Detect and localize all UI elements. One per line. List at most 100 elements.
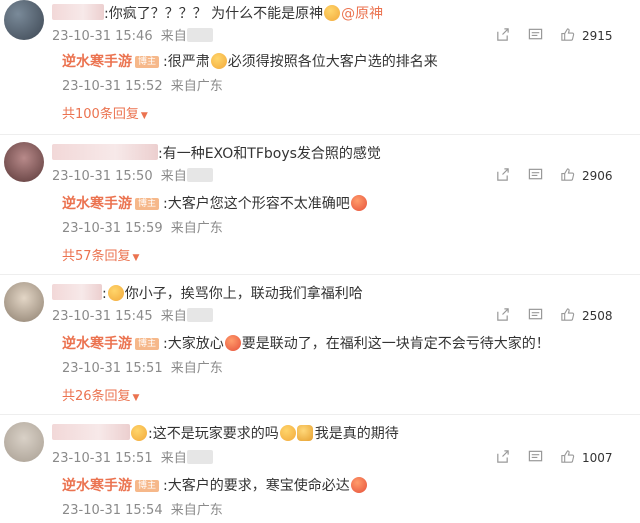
share-icon[interactable] xyxy=(495,27,510,47)
chevron-down-icon: ▼ xyxy=(132,253,140,263)
reply-author[interactable]: 逆水寒手游 xyxy=(62,336,132,352)
more-replies-link[interactable]: 共100条回复 ▼ xyxy=(62,106,148,125)
emoji-icon xyxy=(279,425,296,441)
more-replies-link[interactable]: 共57条回复 ▼ xyxy=(62,248,139,267)
reply-text: :大客户的要求，寒宝使命必达 xyxy=(163,478,350,494)
like-icon[interactable] xyxy=(560,449,575,469)
reply-text-cont: 必须得按照各位大客户选的排名来 xyxy=(227,54,438,70)
comment-text: : xyxy=(102,286,107,302)
reply-text: :大客户您这个形容不太准确吧 xyxy=(163,196,350,212)
location: 来自广东 xyxy=(170,79,223,94)
reply-body: 逆水寒手游 博主:很严肃 必须得按照各位大客户选的排名来 xyxy=(62,52,438,72)
timestamp: 23-10-31 15:52 xyxy=(62,79,163,94)
comment-icon[interactable] xyxy=(528,449,543,469)
location: 来自 xyxy=(160,451,187,466)
comment-body: :你疯了？？？？ 为什么不能是原神 @原神 xyxy=(52,4,383,24)
avatar[interactable] xyxy=(4,422,44,462)
like-count: 1007 xyxy=(582,451,613,465)
author-badge: 博主 xyxy=(135,56,160,68)
divider xyxy=(0,134,640,135)
more-replies-label: 共26条回复 xyxy=(62,389,131,404)
reply-text: :很严肃 xyxy=(163,54,210,70)
location: 来自广东 xyxy=(170,503,223,518)
comment-meta: 23-10-31 15:50 来自 xyxy=(52,168,213,186)
timestamp: 23-10-31 15:51 xyxy=(52,451,153,466)
emoji-icon xyxy=(324,5,341,21)
comment-icon[interactable] xyxy=(528,27,543,47)
comment-text-cont: 我是真的期待 xyxy=(314,426,399,442)
comment-icon[interactable] xyxy=(528,307,543,327)
reply-meta: 23-10-31 15:51 来自广东 xyxy=(62,360,223,378)
comment-actions: 2915 xyxy=(490,27,640,49)
comment-meta: 23-10-31 15:45 来自 xyxy=(52,308,213,326)
timestamp: 23-10-31 15:51 xyxy=(62,361,163,376)
comment-text-cont: 你小子，挨骂你上，联动我们拿福利哈 xyxy=(124,286,363,302)
emoji-icon xyxy=(350,477,367,493)
like-count: 2508 xyxy=(582,309,613,323)
timestamp: 23-10-31 15:50 xyxy=(52,169,153,184)
like-icon[interactable] xyxy=(560,167,575,187)
share-icon[interactable] xyxy=(495,307,510,327)
reply-body: 逆水寒手游 博主:大客户的要求，寒宝使命必达 xyxy=(62,476,367,496)
emoji-icon xyxy=(224,335,241,351)
reply-body: 逆水寒手游 博主:大家放心 要是联动了，在福利这一块肯定不会亏待大家的！ xyxy=(62,334,550,354)
comment-item: :你疯了？？？？ 为什么不能是原神 @原神 23-10-31 15:46 来自 2… xyxy=(0,0,640,130)
more-replies-label: 共100条回复 xyxy=(62,107,139,122)
location-blurred xyxy=(186,308,213,322)
comment-item: :有一种EXO和TFboys发合照的感觉 23-10-31 15:50 来自 2… xyxy=(0,140,640,270)
author-badge: 博主 xyxy=(135,198,160,210)
author-badge: 博主 xyxy=(135,480,160,492)
reply-text-cont: 要是联动了，在福利这一块肯定不会亏待大家的！ xyxy=(241,336,550,352)
reply-author[interactable]: 逆水寒手游 xyxy=(62,478,132,494)
reply-author[interactable]: 逆水寒手游 xyxy=(62,196,132,212)
comment-meta: 23-10-31 15:46 来自 xyxy=(52,28,213,46)
location: 来自 xyxy=(160,169,187,184)
author-badge: 博主 xyxy=(135,338,160,350)
more-replies-label: 共57条回复 xyxy=(62,249,131,264)
thumbs-up-icon xyxy=(296,425,313,441)
comment-icon[interactable] xyxy=(528,167,543,187)
emoji-icon xyxy=(107,285,124,301)
comment-text: :你疯了？？？？ 为什么不能是原神 xyxy=(104,6,324,22)
comment-actions: 2906 xyxy=(490,167,640,189)
emoji-icon xyxy=(210,53,227,69)
comment-actions: 1007 xyxy=(490,449,640,471)
username-blurred[interactable] xyxy=(52,144,158,160)
divider xyxy=(0,414,640,415)
comment-item: :这不是玩家要求的吗 我是真的期待 23-10-31 15:51 来自 1007 … xyxy=(0,420,640,523)
comment-item: : 你小子，挨骂你上，联动我们拿福利哈 23-10-31 15:45 来自 250… xyxy=(0,280,640,410)
timestamp: 23-10-31 15:46 xyxy=(52,29,153,44)
emoji-icon xyxy=(350,195,367,211)
share-icon[interactable] xyxy=(495,449,510,469)
like-icon[interactable] xyxy=(560,307,575,327)
location: 来自广东 xyxy=(170,221,223,236)
location-blurred xyxy=(186,450,213,464)
share-icon[interactable] xyxy=(495,167,510,187)
location: 来自 xyxy=(160,29,187,44)
avatar[interactable] xyxy=(4,0,44,40)
username-blurred[interactable] xyxy=(52,284,102,300)
timestamp: 23-10-31 15:45 xyxy=(52,309,153,324)
reply-meta: 23-10-31 15:54 来自广东 xyxy=(62,502,223,520)
timestamp: 23-10-31 15:54 xyxy=(62,503,163,518)
like-icon[interactable] xyxy=(560,27,575,47)
chevron-down-icon: ▼ xyxy=(140,111,148,121)
reply-author[interactable]: 逆水寒手游 xyxy=(62,54,132,70)
reply-meta: 23-10-31 15:52 来自广东 xyxy=(62,78,223,96)
reply-text: :大家放心 xyxy=(163,336,224,352)
username-blurred[interactable] xyxy=(52,4,104,20)
more-replies-link[interactable]: 共26条回复 ▼ xyxy=(62,388,139,407)
username-blurred[interactable] xyxy=(52,424,130,440)
comment-actions: 2508 xyxy=(490,307,640,329)
location: 来自 xyxy=(160,309,187,324)
comment-text: :有一种EXO和TFboys发合照的感觉 xyxy=(158,146,381,162)
mention-link[interactable]: @原神 xyxy=(341,6,383,22)
divider xyxy=(0,274,640,275)
timestamp: 23-10-31 15:59 xyxy=(62,221,163,236)
location: 来自广东 xyxy=(170,361,223,376)
location-blurred xyxy=(186,28,213,42)
reply-body: 逆水寒手游 博主:大客户您这个形容不太准确吧 xyxy=(62,194,367,214)
avatar[interactable] xyxy=(4,142,44,182)
comment-body: :有一种EXO和TFboys发合照的感觉 xyxy=(52,144,381,164)
avatar[interactable] xyxy=(4,282,44,322)
